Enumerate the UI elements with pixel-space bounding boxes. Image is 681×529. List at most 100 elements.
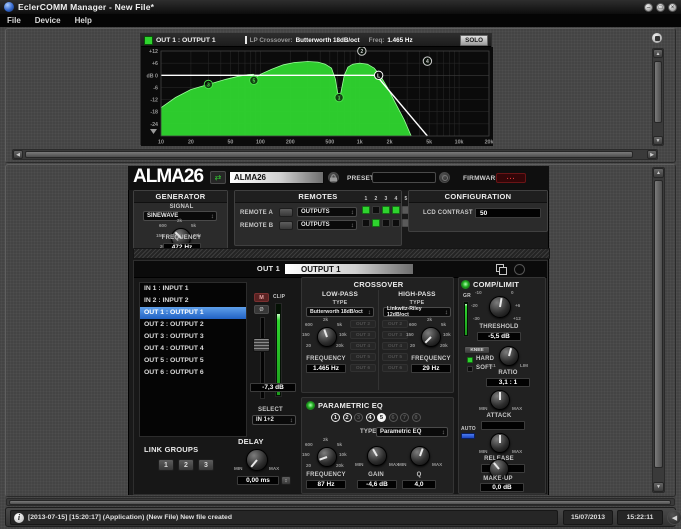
highpass-link-out[interactable]: OUT 2 — [382, 320, 408, 328]
link-group-1-button[interactable]: 1 — [158, 459, 174, 471]
delay-knob[interactable] — [246, 449, 268, 471]
highpass-type-dropdown[interactable]: Linkwitz-Riley 12dB/oct↕ — [383, 307, 451, 317]
eq-band-button[interactable]: 7 — [400, 413, 409, 422]
device-name-input[interactable] — [229, 171, 324, 184]
eq-gain-knob[interactable] — [367, 446, 387, 466]
scroll-thumb[interactable] — [25, 151, 633, 158]
scroll-up-icon[interactable]: ▲ — [653, 168, 664, 178]
preset-lock-icon[interactable] — [439, 172, 450, 183]
channel-list[interactable]: IN 1 : INPUT 1 IN 2 : INPUT 2 OUT 1 : OU… — [139, 282, 247, 437]
lowpass-link-out[interactable]: OUT 2 — [350, 320, 376, 328]
close-button[interactable]: × — [668, 3, 677, 12]
channel-name-field[interactable]: OUTPUT 1 — [284, 263, 414, 275]
highpass-link-out[interactable]: OUT 4 — [382, 342, 408, 350]
eq-band-button[interactable]: 5 — [377, 413, 386, 422]
graph-horizontal-scrollbar[interactable]: ◀ ▶ — [12, 149, 658, 160]
copy-icon[interactable] — [496, 264, 505, 273]
menu-file[interactable]: File — [7, 16, 21, 25]
scroll-down-icon[interactable]: ▼ — [653, 482, 664, 492]
select-dropdown[interactable]: IN 1+2↕ — [252, 415, 296, 425]
scroll-thumb[interactable] — [654, 180, 663, 468]
menu-device[interactable]: Device — [35, 16, 61, 25]
knee-button[interactable]: KNEE — [464, 346, 490, 354]
ratio-knob[interactable] — [499, 346, 519, 366]
lowpass-frequency-knob[interactable] — [317, 327, 337, 347]
scroll-thumb[interactable] — [654, 61, 662, 123]
restore-button[interactable]: □ — [656, 3, 665, 12]
preset-dropdown[interactable] — [372, 172, 436, 183]
list-item[interactable]: IN 2 : INPUT 2 — [140, 295, 246, 307]
device-vertical-scrollbar[interactable]: ▲ ▼ — [652, 167, 665, 493]
attack-value[interactable] — [481, 421, 525, 430]
solo-button[interactable]: SOLO — [460, 35, 488, 46]
eq-gain-value[interactable]: -4,6 dB — [357, 480, 397, 489]
scroll-thumb[interactable] — [9, 500, 671, 505]
bottom-horizontal-scrollbar[interactable] — [6, 498, 675, 506]
remote-led[interactable] — [372, 206, 380, 214]
lowpass-frequency-value[interactable]: 1.465 Hz — [306, 364, 346, 373]
eq-band-button[interactable]: 1 — [331, 413, 340, 422]
threshold-value[interactable]: -5,5 dB — [477, 332, 521, 341]
response-plot[interactable]: +12+6dB 0-6-12-18-241020501002005001k2k5… — [141, 47, 493, 146]
highpass-link-out[interactable]: OUT 3 — [382, 331, 408, 339]
list-item[interactable]: OUT 3 : OUTPUT 3 — [140, 331, 246, 343]
list-item[interactable]: OUT 5 : OUTPUT 5 — [140, 355, 246, 367]
minimize-button[interactable]: – — [644, 3, 653, 12]
menu-help[interactable]: Help — [75, 16, 92, 25]
eq-q-knob[interactable] — [410, 446, 430, 466]
hard-led[interactable] — [467, 357, 473, 363]
eq-band-button[interactable]: 8 — [412, 413, 421, 422]
lowpass-link-out[interactable]: OUT 5 — [350, 353, 376, 361]
delay-stepper[interactable]: ↕ — [281, 476, 291, 485]
link-group-3-button[interactable]: 3 — [198, 459, 214, 471]
scroll-right-icon[interactable]: ▶ — [647, 150, 657, 159]
lock-icon[interactable] — [328, 172, 339, 183]
list-item-selected[interactable]: OUT 1 : OUTPUT 1 — [140, 307, 246, 319]
eq-q-value[interactable]: 4,0 — [402, 480, 436, 489]
eq-type-dropdown[interactable]: Parametric EQ↕ — [376, 427, 448, 437]
eq-band-button[interactable]: 4 — [366, 413, 375, 422]
scroll-left-icon[interactable]: ◀ — [13, 150, 23, 159]
lowpass-type-dropdown[interactable]: Butterworth 18dB/oct↕ — [306, 307, 374, 317]
highpass-frequency-knob[interactable] — [421, 327, 441, 347]
detach-button[interactable] — [651, 32, 663, 44]
list-item[interactable]: OUT 2 : OUTPUT 2 — [140, 319, 246, 331]
remote-led[interactable] — [392, 206, 400, 214]
graph-vertical-scrollbar[interactable]: ▲ ▼ — [652, 48, 664, 146]
mute-button[interactable]: M — [254, 293, 269, 302]
remote-led[interactable] — [392, 219, 400, 227]
release-knob[interactable] — [490, 433, 510, 453]
eq-band-button[interactable]: 6 — [389, 413, 398, 422]
list-item[interactable]: IN 1 : INPUT 1 — [140, 283, 246, 295]
list-item[interactable]: OUT 4 : OUTPUT 4 — [140, 343, 246, 355]
remote-led[interactable] — [382, 206, 390, 214]
scroll-down-icon[interactable]: ▼ — [653, 136, 663, 145]
makeup-knob[interactable] — [489, 459, 509, 479]
remote-a-dropdown[interactable]: OUTPUTS↕ — [297, 207, 357, 217]
delay-value[interactable]: 0,00 ms — [237, 476, 279, 485]
highpass-link-out[interactable]: OUT 5 — [382, 353, 408, 361]
polarity-button[interactable]: Ø — [254, 305, 269, 314]
title-bar[interactable]: EclerCOMM Manager - New File* – □ × — [0, 0, 681, 14]
threshold-knob[interactable] — [489, 296, 511, 318]
auto-toggle[interactable] — [461, 433, 475, 439]
scroll-up-icon[interactable]: ▲ — [653, 49, 663, 58]
comp-power-icon[interactable] — [461, 280, 470, 289]
remote-led[interactable] — [382, 219, 390, 227]
eq-frequency-knob[interactable] — [317, 447, 337, 467]
lowpass-link-out[interactable]: OUT 3 — [350, 331, 376, 339]
network-icon[interactable]: ⇄ — [210, 171, 226, 184]
lcd-contrast-value[interactable]: 50 — [475, 208, 541, 218]
list-item[interactable]: OUT 6 : OUTPUT 6 — [140, 367, 246, 379]
eq-band-button[interactable]: 3 — [354, 413, 363, 422]
remote-a-button[interactable] — [279, 208, 293, 217]
paste-icon[interactable] — [514, 264, 525, 275]
remote-b-dropdown[interactable]: OUTPUTS↕ — [297, 220, 357, 230]
ratio-value[interactable]: 3,1 : 1 — [486, 378, 530, 387]
remote-b-button[interactable] — [279, 221, 293, 230]
remote-led[interactable] — [362, 206, 370, 214]
remote-led[interactable] — [372, 219, 380, 227]
fader-handle[interactable] — [253, 338, 270, 352]
collapse-log-button[interactable]: ◀ — [667, 510, 681, 525]
link-group-2-button[interactable]: 2 — [178, 459, 194, 471]
